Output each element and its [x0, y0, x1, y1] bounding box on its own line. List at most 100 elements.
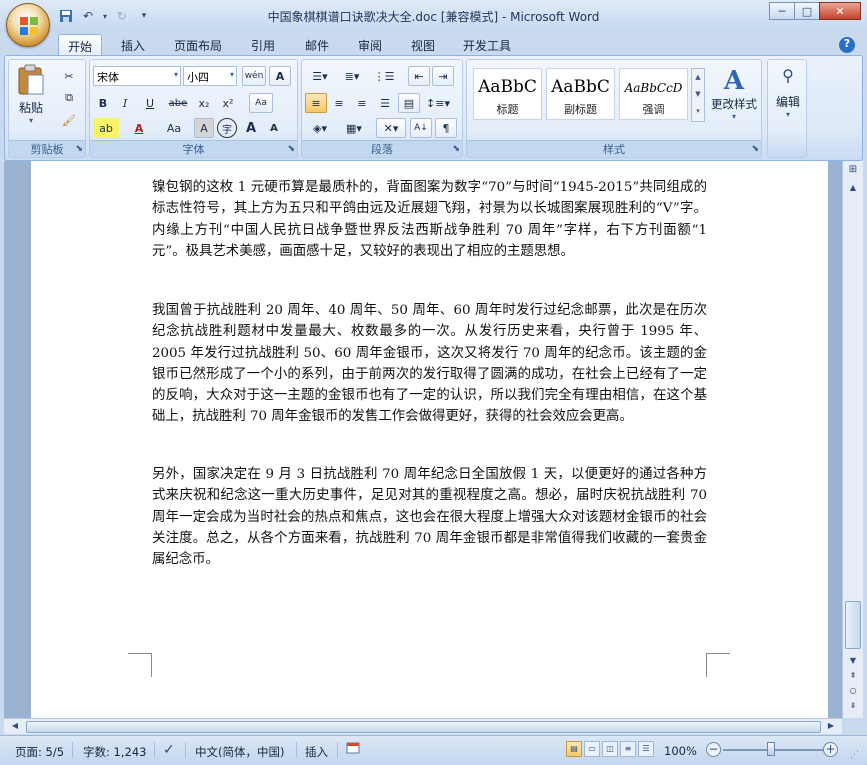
borders-icon[interactable]: ▦▾: [339, 118, 369, 138]
language-indicator[interactable]: 中文(简体，中国): [195, 744, 284, 760]
styles-gallery-scroll[interactable]: ▲ ▼ ▾: [691, 68, 705, 122]
horizontal-scroll-thumb[interactable]: [26, 721, 821, 733]
tab-page-layout[interactable]: 页面布局: [166, 34, 230, 55]
style-heading[interactable]: AaBbC 标题: [473, 68, 542, 120]
page-count[interactable]: 页面: 5/5: [15, 744, 64, 760]
styles-launcher-icon[interactable]: ⬊: [751, 144, 759, 154]
font-group-label: 字体: [90, 140, 297, 156]
web-layout-view-icon[interactable]: ◫: [602, 741, 618, 757]
subscript-button[interactable]: x₂: [193, 93, 215, 113]
paragraph-2[interactable]: 我国曾于抗战胜利 20 周年、40 周年、50 周年、60 周年时发行过纪念邮票…: [152, 300, 707, 428]
resize-grip-icon[interactable]: ⋰: [850, 750, 859, 760]
full-screen-reading-view-icon[interactable]: ▭: [584, 741, 600, 757]
font-launcher-icon[interactable]: ⬊: [287, 144, 295, 154]
bullets-icon[interactable]: ☰▾: [305, 66, 335, 86]
macro-record-icon[interactable]: [346, 741, 360, 758]
strikethrough-button[interactable]: abe: [165, 93, 191, 113]
decrease-indent-icon[interactable]: ⇤: [408, 66, 430, 86]
numbering-icon[interactable]: ≣▾: [337, 66, 367, 86]
underline-button[interactable]: U: [137, 93, 163, 113]
show-marks-icon[interactable]: ¶: [435, 118, 457, 138]
tab-home[interactable]: 开始: [58, 34, 102, 55]
font-name-dropdown-icon[interactable]: ▾: [174, 70, 178, 79]
font-size-combo[interactable]: 小四 ▾: [183, 66, 237, 86]
phonetic-guide-button[interactable]: wén: [242, 66, 266, 86]
change-case-button[interactable]: Aa: [160, 118, 188, 138]
previous-page-icon[interactable]: ⇞: [845, 671, 861, 685]
vertical-scroll-thumb[interactable]: [845, 601, 861, 649]
tab-review[interactable]: 审阅: [349, 34, 391, 55]
paste-dropdown-icon[interactable]: ▾: [13, 116, 49, 125]
editing-label: 编辑: [775, 95, 800, 109]
highlight-button[interactable]: ab: [93, 118, 119, 138]
zoom-slider-thumb[interactable]: [767, 742, 775, 756]
copy-icon[interactable]: ⧉: [59, 88, 79, 108]
view-ruler-icon[interactable]: ⊞: [845, 164, 861, 180]
increase-indent-icon[interactable]: ⇥: [432, 66, 454, 86]
office-button[interactable]: [6, 3, 50, 47]
sort-icon[interactable]: A↓: [410, 118, 432, 138]
select-browse-object-icon[interactable]: ○: [845, 686, 861, 700]
style-subtitle[interactable]: AaBbC 副标题: [546, 68, 615, 120]
distributed-icon[interactable]: ▤: [398, 93, 420, 113]
font-name-combo[interactable]: 宋体 ▾: [93, 66, 181, 86]
multilevel-list-icon[interactable]: ⋮☰: [369, 66, 399, 86]
paste-button[interactable]: 粘贴 ▾: [13, 64, 49, 134]
next-page-icon[interactable]: ⇟: [845, 701, 861, 715]
paragraph-1[interactable]: 镍包钢的这枚 1 元硬币算是最质朴的，背面图案为数字“70”与时间“1945-2…: [152, 177, 707, 262]
align-left-icon[interactable]: ≡: [305, 93, 327, 113]
horizontal-scrollbar[interactable]: ◀ ▶: [4, 718, 842, 734]
editing-button[interactable]: ⚲ 编辑 ▾: [768, 66, 808, 119]
close-button[interactable]: ✕: [819, 2, 861, 20]
document-page[interactable]: 镍包钢的这枚 1 元硬币算是最质朴的，背面图案为数字“70”与时间“1945-2…: [31, 161, 828, 718]
shrink-font-button[interactable]: A: [264, 118, 284, 138]
chinese-layout-icon[interactable]: ✕▾: [376, 118, 406, 138]
outline-view-icon[interactable]: ≡: [620, 741, 636, 757]
draft-view-icon[interactable]: ☰: [638, 741, 654, 757]
align-center-icon[interactable]: ≡: [328, 93, 350, 113]
zoom-in-icon[interactable]: +: [823, 742, 838, 757]
character-border-button[interactable]: A: [269, 66, 291, 86]
clear-formatting-button[interactable]: Aa: [249, 93, 273, 113]
print-layout-view-icon[interactable]: ▤: [566, 741, 582, 757]
change-styles-icon: A: [723, 66, 745, 96]
cut-icon[interactable]: ✂: [59, 66, 79, 86]
maximize-button[interactable]: □: [794, 2, 820, 20]
ribbon: 粘贴 ▾ ✂ ⧉ 🖌 剪贴板 ⬊ 宋体 ▾ 小四 ▾ wén A B I U a…: [4, 55, 863, 161]
font-color-button[interactable]: A: [126, 118, 152, 138]
clipboard-launcher-icon[interactable]: ⬊: [75, 144, 83, 154]
tab-mailings[interactable]: 邮件: [296, 34, 338, 55]
character-shading-button[interactable]: A: [194, 118, 214, 138]
zoom-level[interactable]: 100%: [664, 744, 697, 758]
tab-view[interactable]: 视图: [402, 34, 444, 55]
grow-font-button[interactable]: A: [241, 118, 261, 138]
scroll-right-icon[interactable]: ▶: [824, 721, 838, 733]
bold-button[interactable]: B: [93, 93, 113, 113]
style-emphasis[interactable]: AaBbCcD 强调: [619, 68, 688, 120]
tab-developer[interactable]: 开发工具: [455, 34, 519, 55]
proofing-icon[interactable]: ✓: [163, 742, 175, 758]
italic-button[interactable]: I: [115, 93, 135, 113]
help-icon[interactable]: ?: [839, 37, 855, 53]
vertical-scrollbar[interactable]: ⊞ ▲ ▼ ⇞ ○ ⇟: [842, 161, 863, 718]
change-styles-button[interactable]: A 更改样式 ▾: [709, 66, 759, 136]
tab-insert[interactable]: 插入: [112, 34, 154, 55]
insert-mode[interactable]: 插入: [305, 744, 328, 760]
zoom-out-icon[interactable]: −: [706, 742, 721, 757]
word-count[interactable]: 字数: 1,243: [83, 744, 146, 760]
justify-icon[interactable]: ☰: [374, 93, 396, 113]
align-right-icon[interactable]: ≡: [351, 93, 373, 113]
paragraph-3[interactable]: 另外，国家决定在 9 月 3 日抗战胜利 70 周年纪念日全国放假 1 天，以便…: [152, 464, 707, 570]
format-painter-icon[interactable]: 🖌: [59, 110, 79, 130]
enclose-characters-button[interactable]: 字: [217, 118, 237, 138]
tab-references[interactable]: 引用: [242, 34, 284, 55]
minimize-button[interactable]: ─: [769, 2, 795, 20]
shading-icon[interactable]: ◈▾: [305, 118, 335, 138]
scroll-left-icon[interactable]: ◀: [8, 721, 22, 733]
scroll-down-icon[interactable]: ▼: [845, 656, 861, 670]
line-spacing-icon[interactable]: ↕≡▾: [423, 93, 453, 113]
paragraph-launcher-icon[interactable]: ⬊: [452, 144, 460, 154]
scroll-up-icon[interactable]: ▲: [845, 183, 861, 197]
superscript-button[interactable]: x²: [217, 93, 239, 113]
font-size-dropdown-icon[interactable]: ▾: [230, 70, 234, 79]
